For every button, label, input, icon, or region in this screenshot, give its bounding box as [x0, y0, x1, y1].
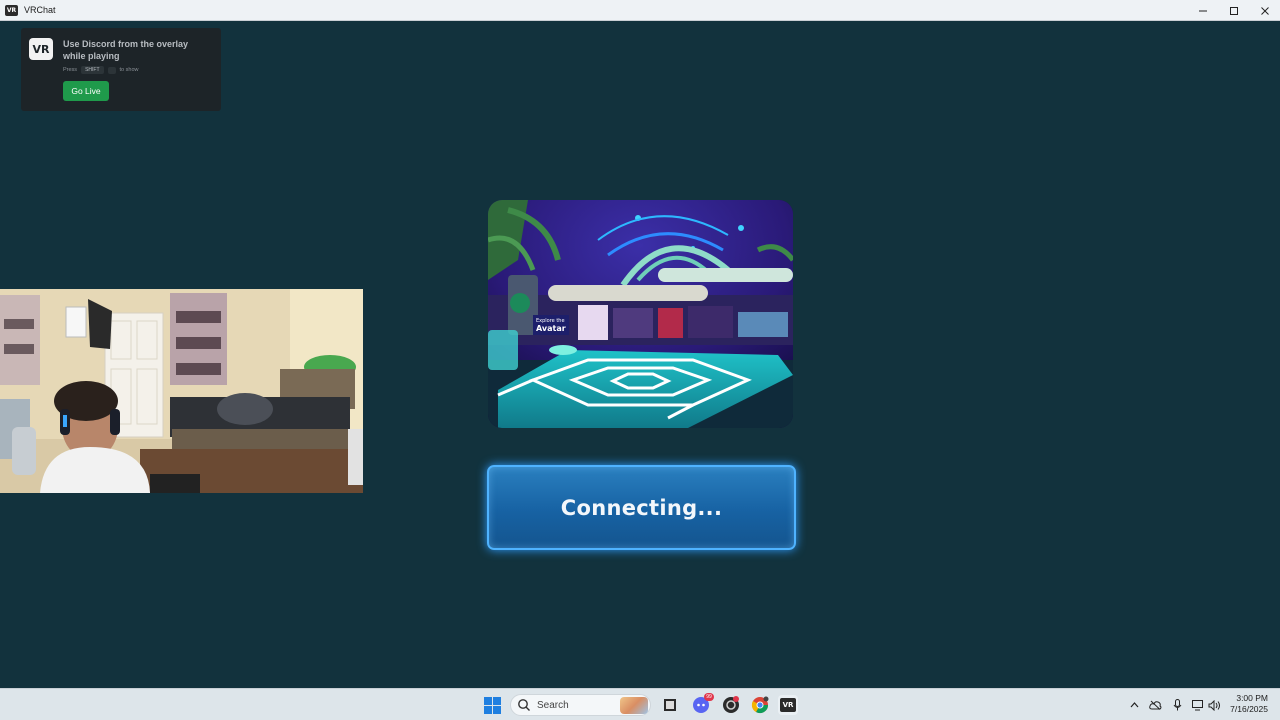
hint-action: to show	[119, 67, 139, 73]
tray-volume[interactable]	[1207, 697, 1221, 713]
clock-date: 7/16/2025	[1230, 704, 1268, 714]
start-button[interactable]	[482, 695, 502, 715]
cloud-offline-icon	[1148, 700, 1161, 710]
window-title-bar[interactable]: VR VRChat	[0, 0, 1280, 21]
obs-icon	[723, 696, 739, 713]
tray-network[interactable]	[1191, 697, 1205, 713]
hint-key-shift: SHIFT	[81, 66, 104, 74]
maximize-button[interactable]	[1218, 0, 1249, 21]
chevron-up-icon	[1130, 702, 1138, 708]
search-highlight-image	[620, 697, 648, 714]
hint-key-second	[107, 66, 116, 74]
world-scene: Explore the Avatar	[488, 200, 793, 428]
vrchat-logo-icon: VR	[29, 38, 53, 60]
webcam-feed	[0, 289, 363, 493]
webcam-image	[0, 289, 363, 493]
microphone-icon	[1173, 699, 1181, 711]
maximize-icon	[1229, 6, 1238, 15]
speaker-icon	[1208, 699, 1220, 711]
vrchat-taskbar-icon: VR	[780, 698, 796, 712]
network-icon	[1192, 699, 1203, 710]
overlay-hint: Press SHIFT to show	[63, 66, 138, 74]
taskbar-app-discord[interactable]: 99	[691, 693, 714, 715]
taskbar-app-chrome[interactable]	[750, 695, 770, 715]
tray-onedrive[interactable]	[1148, 697, 1162, 713]
discord-overlay-notification: VR Use Discord from the overlay while pl…	[21, 28, 221, 111]
connecting-status-button: Connecting...	[487, 465, 796, 550]
taskbar-search[interactable]	[510, 694, 651, 716]
connecting-label: Connecting...	[560, 495, 723, 520]
game-viewport[interactable]: VR Use Discord from the overlay while pl…	[0, 21, 1280, 688]
world-preview-image: Explore the Avatar	[488, 200, 793, 428]
taskbar: 99 VR 3:00 PM 7/16/20	[0, 688, 1280, 720]
show-hidden-icons-button[interactable]	[1127, 697, 1141, 713]
window-title: VRChat	[24, 5, 56, 15]
tray-microphone[interactable]	[1170, 697, 1184, 713]
minimize-icon	[1198, 10, 1207, 11]
search-icon	[518, 699, 530, 711]
go-live-button[interactable]: Go Live	[63, 81, 109, 101]
hint-press: Press	[63, 67, 78, 73]
taskbar-app-vrchat[interactable]: VR	[778, 695, 798, 715]
close-button[interactable]	[1249, 0, 1280, 21]
world-sign-line2: Avatar	[536, 324, 566, 333]
taskbar-app-obs[interactable]	[721, 695, 741, 715]
taskbar-clock[interactable]: 3:00 PM 7/16/2025	[1230, 693, 1268, 715]
clock-time: 3:00 PM	[1236, 693, 1268, 703]
minimize-button[interactable]	[1187, 0, 1218, 21]
file-explorer-icon	[664, 699, 676, 711]
vrchat-app-icon: VR	[5, 4, 18, 16]
taskbar-app-files[interactable]	[660, 695, 680, 715]
windows-start-icon	[483, 696, 501, 714]
window-controls	[1187, 0, 1280, 21]
overlay-message: Use Discord from the overlay while playi…	[63, 39, 189, 61]
search-input[interactable]	[537, 699, 617, 711]
discord-badge: 99	[704, 693, 714, 701]
chrome-icon	[751, 696, 769, 714]
close-icon	[1260, 6, 1269, 15]
